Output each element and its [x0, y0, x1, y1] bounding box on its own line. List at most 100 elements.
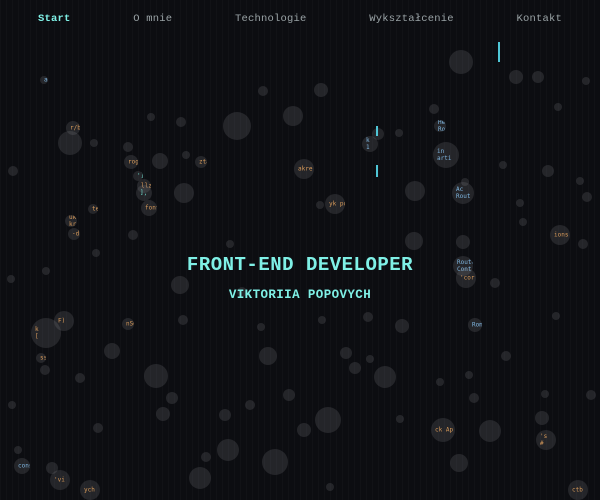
bubble: ck Ap: [431, 418, 455, 442]
bubble: k 1: [362, 136, 378, 152]
bubble: 's #: [536, 430, 556, 450]
bubble: [340, 347, 352, 359]
bubble: [582, 77, 590, 85]
bubble: rog: [124, 155, 138, 169]
hero-section: FRONT-END DEVELOPER VIKTORIIA POPOVYCH: [0, 254, 600, 302]
bubble: [363, 312, 373, 322]
bubble: [535, 411, 549, 425]
bubble: [554, 103, 562, 111]
bubble: [315, 407, 341, 433]
bubble: [166, 392, 178, 404]
cursor-bar: [376, 165, 378, 177]
bubble: [552, 312, 560, 320]
bubble: [258, 86, 268, 96]
bubble: [318, 316, 326, 324]
bubble: [189, 467, 211, 489]
nav-contact-link[interactable]: Kontakt: [516, 13, 562, 25]
bubble: [219, 409, 231, 421]
bubble: [8, 401, 16, 409]
cursor-bar: [376, 126, 378, 136]
bubble: [176, 117, 186, 127]
bubble: [217, 439, 239, 461]
bubble: [450, 454, 468, 472]
bubble: [456, 235, 470, 249]
bubble: [93, 423, 103, 433]
bubble: [178, 315, 188, 325]
bubble: [259, 347, 277, 365]
nav-about-link[interactable]: O mnie: [133, 13, 172, 25]
bubble: [223, 112, 251, 140]
bubble: [349, 362, 361, 374]
bubble: [262, 449, 288, 475]
bubble: [123, 142, 133, 152]
bubble: [461, 178, 469, 186]
bubble: ss: [36, 353, 46, 363]
bubble: Heade Route: [434, 120, 446, 132]
nav-technologies-link[interactable]: Technologie: [235, 13, 307, 25]
bubble: [314, 83, 328, 97]
bubble: [469, 393, 479, 403]
bubble: [516, 199, 524, 207]
bubble: [128, 230, 138, 240]
bubble: [257, 323, 265, 331]
hero-title: FRONT-END DEVELOPER: [186, 254, 414, 276]
bubble: te: [88, 204, 98, 214]
bubble: [104, 343, 120, 359]
bubble: 'vi: [50, 470, 70, 490]
bubble: cons: [14, 458, 30, 474]
bubble: in arti: [433, 142, 459, 168]
nav-education-link[interactable]: Wykształcenie: [369, 13, 454, 25]
bubble: [90, 139, 98, 147]
bubble: [201, 452, 211, 462]
bubble: [144, 364, 168, 388]
bubble: [586, 390, 596, 400]
bubble: [449, 50, 473, 74]
bubble: [542, 165, 554, 177]
bubble: [509, 70, 523, 84]
bubble: [316, 201, 324, 209]
bubble: [576, 177, 584, 185]
bubble: [58, 131, 82, 155]
bubble: [147, 113, 155, 121]
bubble: [374, 366, 396, 388]
top-navigation: Start O mnie Technologie Wykształcenie K…: [0, 0, 600, 38]
bubble: [436, 378, 444, 386]
nav-start-link[interactable]: Start: [38, 13, 71, 25]
bubble: nSQ: [122, 318, 134, 330]
bubble: k [: [31, 318, 61, 348]
bubble: [541, 390, 549, 398]
bubble: [405, 232, 423, 250]
bubble: [366, 355, 374, 363]
bubble: [297, 423, 311, 437]
bubble: ukra kra: [65, 215, 77, 227]
background-bubbles: amr/bHeade Routek 1rogztaakrein arti'],l…: [0, 0, 600, 500]
bubble: [152, 153, 168, 169]
bubble: ctb: [568, 480, 588, 500]
bubble: [395, 129, 403, 137]
bubble: -d: [68, 228, 80, 240]
bubble: akre: [294, 159, 314, 179]
bubble: am: [40, 76, 48, 84]
bubble: font-end: [141, 200, 157, 216]
bubble: [8, 166, 18, 176]
bubble: [395, 319, 409, 333]
bubble: [501, 351, 511, 361]
bubble: [326, 483, 334, 491]
bubble: ],: [136, 185, 152, 201]
bubble: [14, 446, 22, 454]
bubble: [519, 218, 527, 226]
bubble: [532, 71, 544, 83]
bubble: [245, 400, 255, 410]
bubble: yk po: [325, 194, 345, 214]
bubble: [396, 415, 404, 423]
bubble: Rom: [468, 318, 482, 332]
cursor-bar: [498, 42, 500, 62]
bubble: [479, 420, 501, 442]
bubble: [465, 371, 473, 379]
bubble: [283, 389, 295, 401]
bubble: [156, 407, 170, 421]
bubble: [283, 106, 303, 126]
bubble: [40, 365, 50, 375]
bubble: [182, 151, 190, 159]
bubble: ych: [80, 480, 100, 500]
